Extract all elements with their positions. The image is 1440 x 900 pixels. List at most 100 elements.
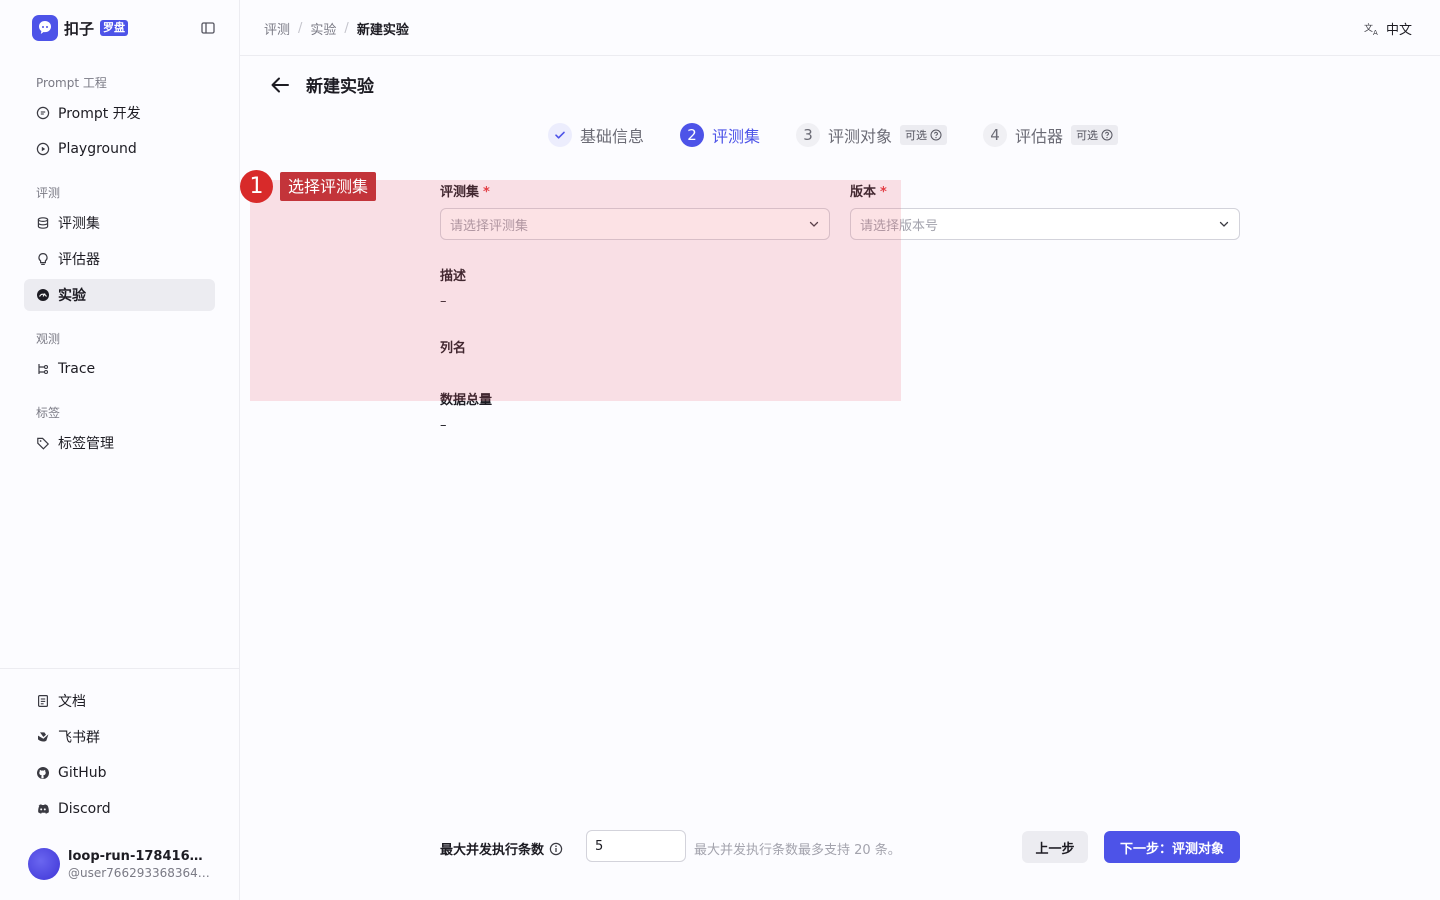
help-circle-icon[interactable]: [1101, 129, 1113, 141]
step-number: 2: [680, 123, 705, 147]
step-basic-info[interactable]: 基础信息: [548, 123, 644, 147]
form-footer: 最大并发执行条数 最大并发执行条数最多支持 20 条。 上一步 下一步：评测对象: [440, 830, 1240, 864]
annotation-badge: 1: [240, 170, 273, 203]
step-dataset[interactable]: 2 评测集: [680, 123, 760, 147]
play-circle-icon: [36, 142, 50, 156]
brand-tag: 罗盘: [100, 20, 129, 36]
svg-text:A: A: [1373, 29, 1378, 37]
step-eval-target[interactable]: 3 评测对象 可选: [796, 123, 948, 147]
sidebar-bottom: 文档 飞书群 GitHub Discord loop-run-178416577…: [0, 668, 239, 880]
chevron-down-icon: [1218, 218, 1230, 230]
step-label: 评测对象: [828, 127, 893, 146]
user-handle: @user7662933683648…: [68, 865, 210, 880]
back-arrow-icon[interactable]: [268, 73, 292, 97]
concurrency-label: 最大并发执行条数: [440, 839, 563, 858]
sidebar-collapse-icon[interactable]: [200, 20, 216, 36]
nav-group-title: 观测: [36, 332, 61, 346]
sidebar-item-evaluators[interactable]: 评估器: [24, 243, 215, 275]
info-circle-icon[interactable]: [549, 842, 563, 856]
optional-tag-label: 可选: [905, 129, 928, 142]
concurrency-label-text: 最大并发执行条数: [440, 843, 545, 858]
step-label: 基础信息: [580, 127, 645, 146]
breadcrumb-item-experiments[interactable]: 实验: [310, 19, 336, 38]
sidebar-item-playground[interactable]: Playground: [24, 133, 215, 165]
sidebar-item-label: 飞书群: [58, 730, 100, 746]
sidebar: 扣子 罗盘 Prompt 工程 Prompt 开发 Playground 评测 …: [0, 0, 240, 900]
github-icon: [36, 766, 50, 780]
sidebar-item-label: Playground: [58, 141, 137, 157]
optional-tag: 可选: [1071, 125, 1119, 145]
next-step-button[interactable]: 下一步：评测对象: [1104, 831, 1240, 863]
nav-group-tags: 标签 标签管理: [24, 403, 215, 459]
annotation-highlight: [250, 180, 901, 401]
sidebar-item-label: GitHub: [58, 765, 107, 781]
user-info: loop-run-178416577… @user7662933683648…: [68, 849, 210, 880]
nav-group-observe: 观测 Trace: [24, 329, 215, 385]
page-title: 新建实验: [306, 77, 374, 97]
concurrency-input[interactable]: [586, 830, 686, 862]
help-circle-icon[interactable]: [930, 129, 942, 141]
user-name: loop-run-178416577…: [68, 848, 210, 864]
svg-text:文: 文: [1364, 22, 1373, 34]
database-icon: [36, 216, 50, 230]
previous-step-button[interactable]: 上一步: [1022, 831, 1088, 863]
sidebar-item-label: 实验: [58, 288, 86, 304]
version-select[interactable]: 请选择版本号: [850, 208, 1240, 240]
step-indicator: 基础信息 2 评测集 3 评测对象 可选 4 评估器 可选: [548, 123, 1154, 147]
avatar: [28, 848, 60, 880]
sidebar-item-trace[interactable]: Trace: [24, 353, 215, 385]
nav-group-title: 评测: [36, 186, 61, 200]
nav-group-prompt: Prompt 工程 Prompt 开发 Playground: [24, 73, 215, 165]
sidebar-item-tag-management[interactable]: 标签管理: [24, 427, 215, 459]
breadcrumb-item-current: 新建实验: [356, 23, 409, 38]
nav-group-eval: 评测 评测集 评估器 实验: [24, 183, 215, 311]
sidebar-item-prompt-dev[interactable]: Prompt 开发: [24, 97, 215, 129]
user-profile[interactable]: loop-run-178416577… @user7662933683648…: [28, 848, 218, 880]
sidebar-item-docs[interactable]: 文档: [24, 685, 215, 717]
gauge-icon: [36, 288, 50, 302]
top-bar: 评测 / 实验 / 新建实验 文A 中文: [240, 0, 1440, 56]
discord-icon: [36, 802, 50, 816]
check-icon: [548, 123, 572, 147]
sidebar-item-label: Prompt 开发: [58, 106, 141, 122]
app-logo[interactable]: 扣子 罗盘: [32, 15, 129, 41]
language-label: 中文: [1385, 23, 1412, 38]
sidebar-item-experiments[interactable]: 实验: [24, 279, 215, 311]
sidebar-item-datasets[interactable]: 评测集: [24, 207, 215, 239]
sidebar-item-label: Trace: [58, 361, 96, 377]
brand-name: 扣子: [64, 19, 95, 38]
sidebar-item-label: 评估器: [58, 252, 100, 268]
feishu-icon: [36, 730, 50, 744]
sidebar-item-label: Discord: [58, 801, 111, 817]
page-header: 新建实验: [268, 72, 374, 97]
step-number: 4: [983, 123, 1008, 147]
nav-group-title: 标签: [36, 406, 61, 420]
step-label: 评估器: [1015, 127, 1064, 146]
concurrency-hint: 最大并发执行条数最多支持 20 条。: [694, 843, 901, 858]
sidebar-bottom-links: 文档 飞书群 GitHub Discord: [24, 685, 215, 825]
step-number: 3: [796, 123, 821, 147]
tag-icon: [36, 436, 50, 450]
breadcrumb-separator: /: [298, 21, 303, 36]
breadcrumb-item-eval[interactable]: 评测: [264, 19, 290, 38]
total-count-value: –: [440, 418, 447, 433]
nav-group-title: Prompt 工程: [36, 76, 107, 90]
step-label: 评测集: [712, 127, 761, 146]
optional-tag-label: 可选: [1076, 129, 1099, 142]
optional-tag: 可选: [900, 125, 948, 145]
sidebar-item-github[interactable]: GitHub: [24, 757, 215, 789]
lightbulb-icon: [36, 252, 50, 266]
translate-icon: 文A: [1364, 21, 1380, 37]
logo-icon: [32, 15, 58, 41]
chat-bubble-icon: [36, 106, 50, 120]
trace-icon: [36, 362, 50, 376]
sidebar-item-feishu[interactable]: 飞书群: [24, 721, 215, 753]
sidebar-item-label: 文档: [58, 694, 86, 710]
step-evaluators[interactable]: 4 评估器 可选: [983, 123, 1119, 147]
annotation-label: 选择评测集: [280, 172, 377, 201]
language-switch[interactable]: 文A 中文: [1364, 19, 1412, 39]
document-icon: [36, 694, 50, 708]
breadcrumb-separator: /: [344, 21, 349, 36]
sidebar-item-label: 评测集: [58, 216, 100, 232]
sidebar-item-discord[interactable]: Discord: [24, 793, 215, 825]
